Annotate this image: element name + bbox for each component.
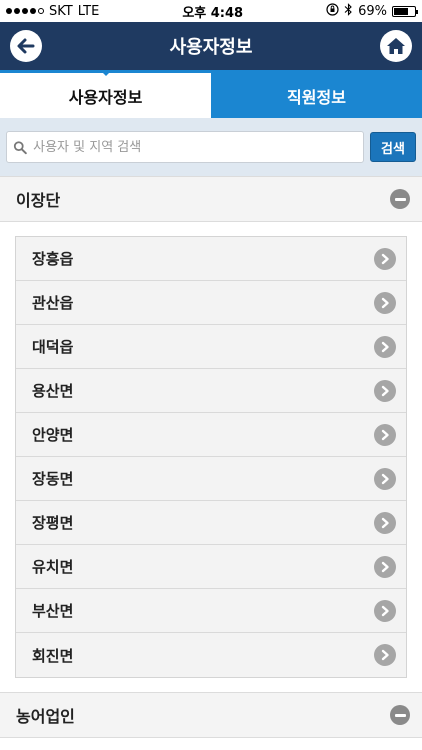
list-item-label: 장평면: [32, 514, 74, 532]
status-right: 69%: [326, 2, 418, 20]
list-item[interactable]: 안양면: [16, 413, 406, 457]
list-item-label: 회진면: [32, 646, 74, 665]
region-list: 장흥읍 관산읍 대덕읍 용산면 안양면 장동면 장평면 유치면 부산면 회진면: [15, 236, 407, 678]
search-field[interactable]: [6, 131, 364, 163]
orientation-lock-icon: [326, 2, 339, 20]
app-header: 사용자정보: [0, 22, 422, 70]
collapse-icon[interactable]: [390, 705, 410, 725]
status-bar: SKT LTE 오후 4:48 69%: [0, 0, 422, 22]
tab-bar: 사용자정보 직원정보: [0, 70, 422, 118]
chevron-right-icon: [374, 555, 396, 578]
list-item-label: 안양면: [32, 426, 74, 444]
network-type: LTE: [77, 3, 100, 19]
chevron-right-icon: [374, 379, 396, 402]
chevron-right-icon: [374, 247, 396, 270]
section-header-farmers[interactable]: 농어업인: [0, 692, 422, 738]
list-item-label: 장동면: [32, 470, 74, 488]
collapse-icon[interactable]: [390, 189, 410, 209]
list-item[interactable]: 부산면: [16, 589, 406, 633]
battery-percent: 69%: [358, 3, 387, 19]
back-arrow-icon: [17, 38, 35, 54]
section-title: 이장단: [16, 191, 61, 210]
section-title: 농어업인: [16, 707, 75, 726]
back-button[interactable]: [10, 30, 42, 62]
list-item-label: 관산읍: [32, 294, 74, 312]
home-icon: [387, 38, 405, 54]
carrier-name: SKT: [49, 3, 73, 19]
list-item[interactable]: 용산면: [16, 369, 406, 413]
chevron-right-icon: [374, 511, 396, 534]
tab-staff-info[interactable]: 직원정보: [211, 73, 422, 118]
status-left: SKT LTE: [6, 4, 99, 19]
list-item-label: 대덕읍: [32, 338, 74, 356]
chevron-right-icon: [374, 644, 396, 666]
list-item-label: 유치면: [32, 558, 74, 576]
home-button[interactable]: [380, 30, 412, 62]
list-item[interactable]: 장흥읍: [16, 237, 406, 281]
battery-icon: [391, 5, 418, 17]
search-icon: [13, 140, 27, 154]
section-list-leaders: 장흥읍 관산읍 대덕읍 용산면 안양면 장동면 장평면 유치면 부산면 회진면: [0, 222, 422, 692]
list-item[interactable]: 유치면: [16, 545, 406, 589]
chevron-right-icon: [374, 423, 396, 446]
list-item-label: 부산면: [32, 602, 74, 620]
list-item[interactable]: 대덕읍: [16, 325, 406, 369]
list-item[interactable]: 관산읍: [16, 281, 406, 325]
list-item-label: 용산면: [32, 382, 74, 400]
chevron-right-icon: [374, 599, 396, 622]
bluetooth-icon: [344, 2, 353, 20]
chevron-right-icon: [374, 467, 396, 490]
tab-user-info[interactable]: 사용자정보: [0, 70, 211, 118]
list-item[interactable]: 회진면: [16, 633, 406, 677]
status-time: 오후 4:48: [182, 5, 244, 21]
list-item[interactable]: 장동면: [16, 457, 406, 501]
list-item[interactable]: 장평면: [16, 501, 406, 545]
chevron-right-icon: [374, 335, 396, 358]
list-item-label: 장흥읍: [32, 250, 74, 268]
page-title: 사용자정보: [169, 37, 253, 58]
section-header-leaders[interactable]: 이장단: [0, 176, 422, 222]
search-button[interactable]: 검색: [370, 132, 416, 162]
signal-strength-icon: [6, 8, 44, 14]
search-input[interactable]: [33, 139, 363, 155]
search-bar: 검색: [0, 118, 422, 176]
chevron-right-icon: [374, 291, 396, 314]
